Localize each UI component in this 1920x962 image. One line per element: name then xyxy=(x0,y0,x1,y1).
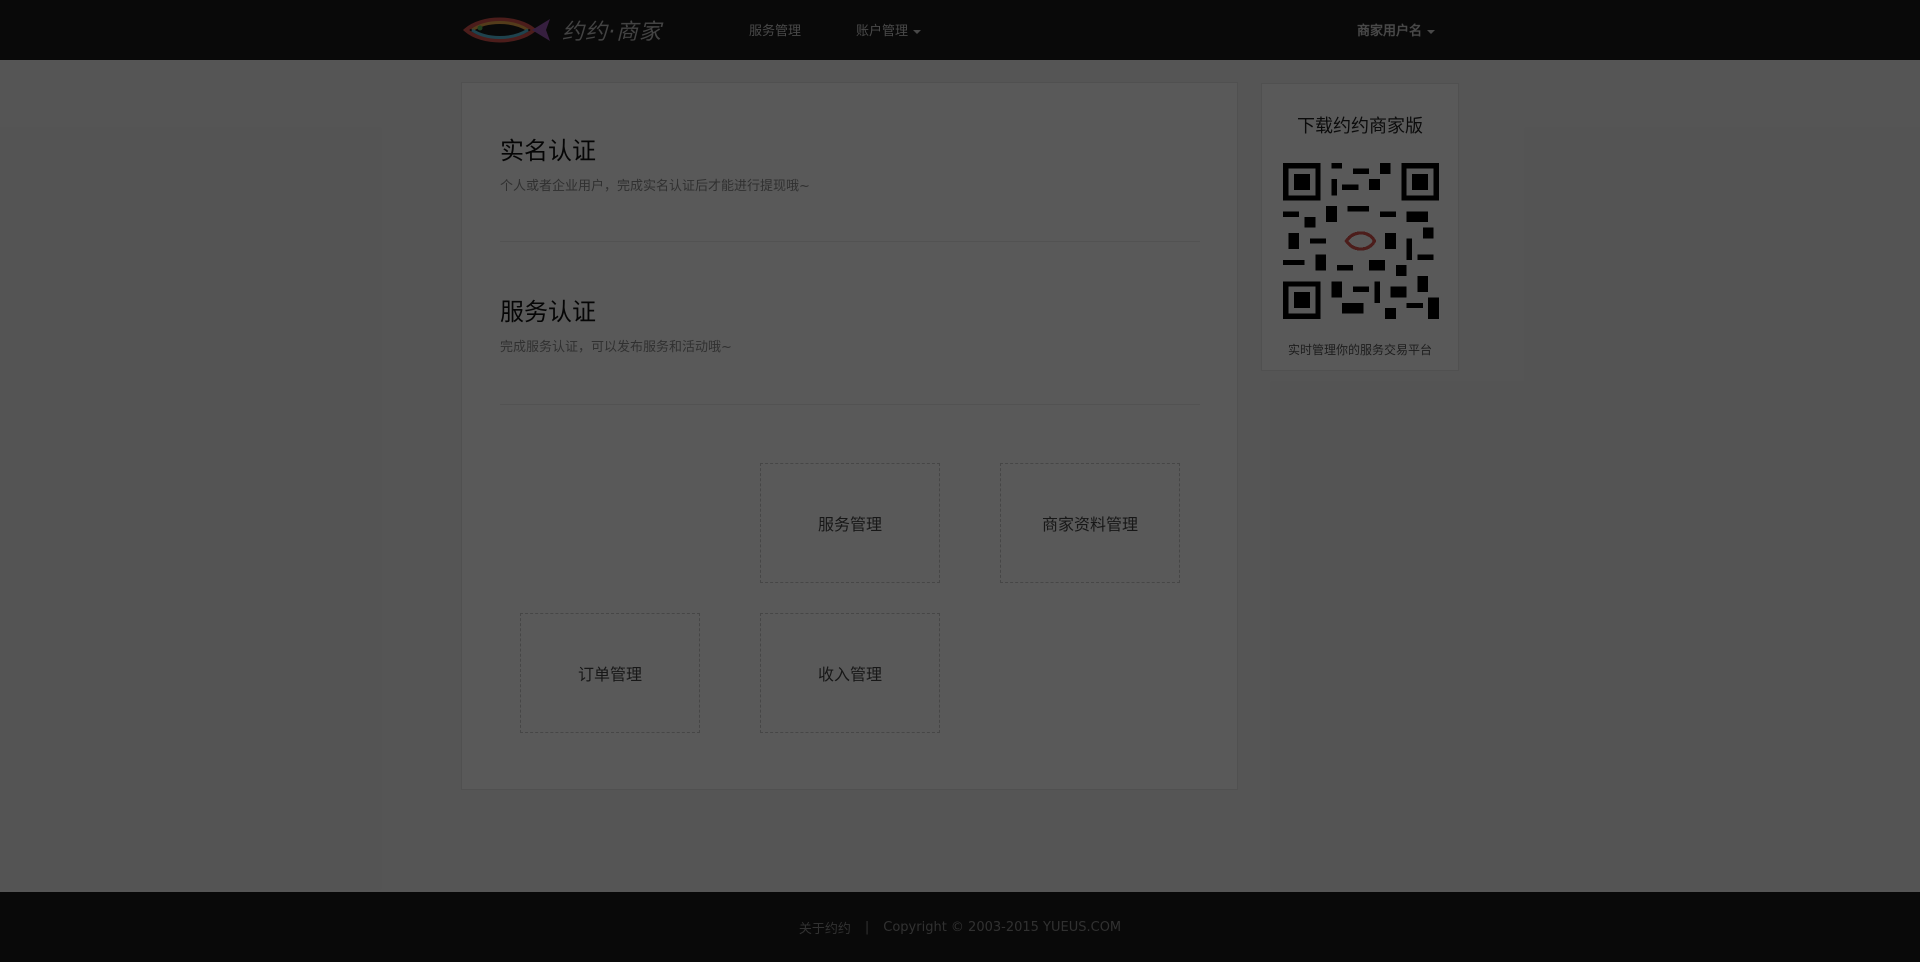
download-subtitle: 实时管理你的服务交易平台 xyxy=(1287,343,1432,357)
tile-service-management[interactable]: 服务管理 xyxy=(760,463,940,583)
section-subtitle-service: 完成服务认证，可以发布服务和活动哦~ xyxy=(500,340,732,355)
tile-label: 收入管理 xyxy=(817,665,882,684)
tile-label: 订单管理 xyxy=(577,665,642,684)
fish-logo-icon xyxy=(462,17,550,43)
tile-order-management[interactable]: 订单管理 xyxy=(520,613,700,733)
section-title-real-name: 实名认证 xyxy=(500,137,596,165)
user-name: 商家用户名 xyxy=(1357,24,1423,39)
about-link[interactable]: 关于约约 xyxy=(799,918,851,937)
copyright-text: Copyright © 2003-2015 YUEUS.COM xyxy=(883,919,1122,935)
tile-label: 服务管理 xyxy=(817,515,882,534)
nav-service-management[interactable]: 服务管理 xyxy=(749,20,801,39)
download-title: 下载约约商家版 xyxy=(1297,116,1423,137)
tile-income-management[interactable]: 收入管理 xyxy=(760,613,940,733)
divider xyxy=(500,241,1200,242)
chevron-down-icon xyxy=(913,29,922,34)
top-nav-bar: 约约·商家 服务管理 账户管理 商家用户名 xyxy=(0,0,1920,60)
section-subtitle-real-name: 个人或者企业用户，完成实名认证后才能进行提现哦~ xyxy=(500,179,810,194)
tile-merchant-profile[interactable]: 商家资料管理 xyxy=(1000,463,1180,583)
main-panel: 实名认证 个人或者企业用户，完成实名认证后才能进行提现哦~ 服务认证 完成服务认… xyxy=(461,82,1238,790)
tile-label: 商家资料管理 xyxy=(1041,515,1138,534)
nav-account-management[interactable]: 账户管理 xyxy=(856,20,922,39)
user-menu[interactable]: 商家用户名 xyxy=(1357,20,1436,39)
footer: 关于约约 | Copyright © 2003-2015 YUEUS.COM xyxy=(0,892,1920,962)
brand-name: 约约·商家 xyxy=(562,20,662,45)
nav-label: 服务管理 xyxy=(749,24,802,39)
app-download-panel: 下载约约商家版 实时管理你的服务交易平台 xyxy=(1261,83,1459,371)
brand-logo[interactable]: 约约·商家 xyxy=(462,14,662,46)
qr-code-icon xyxy=(1283,163,1439,319)
footer-separator: | xyxy=(864,919,870,935)
section-title-service: 服务认证 xyxy=(500,298,596,326)
nav-label: 账户管理 xyxy=(856,24,909,39)
divider xyxy=(500,404,1200,405)
chevron-down-icon xyxy=(1427,29,1436,34)
